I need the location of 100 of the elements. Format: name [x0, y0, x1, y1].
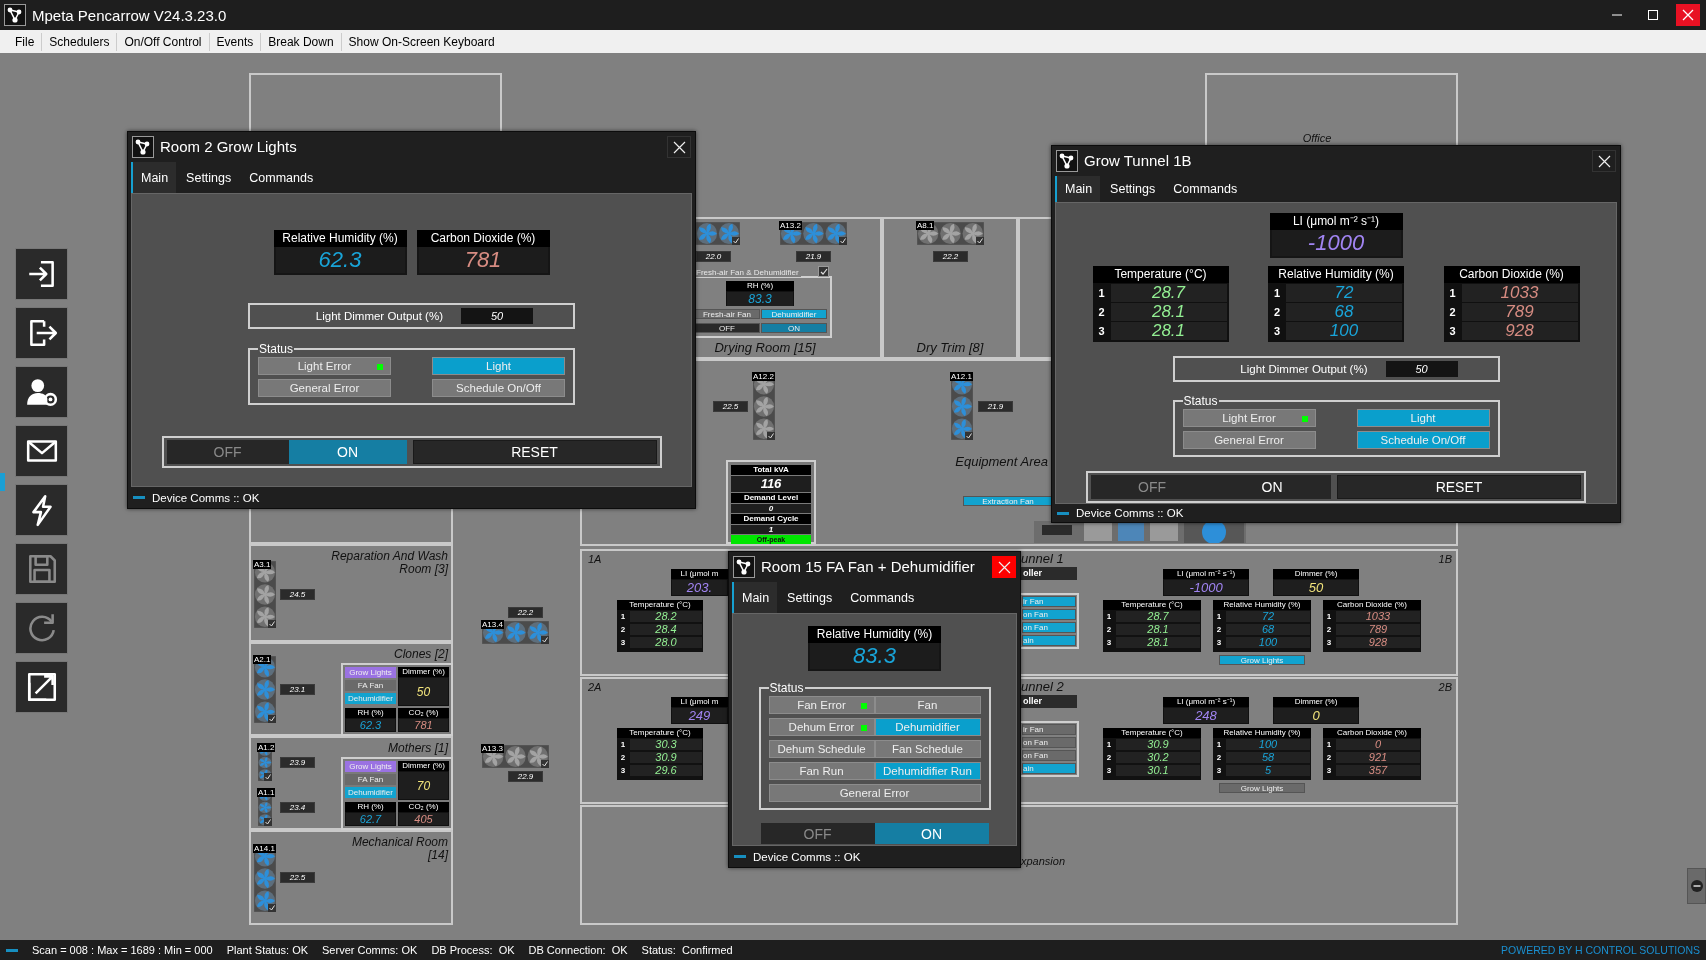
menu-item[interactable]: On/Off Control — [117, 32, 210, 51]
row-number: 3 — [1215, 638, 1223, 647]
menu-item[interactable]: Schedulers — [42, 32, 118, 51]
menu-item[interactable]: File — [8, 32, 43, 51]
room-label: Drying Room [15] — [713, 341, 817, 356]
tile-value: 248 — [1164, 708, 1248, 723]
menu-item[interactable]: Break Down — [261, 32, 342, 51]
tile-value: 0 — [1336, 739, 1420, 750]
status-indicator: General Error — [1182, 431, 1316, 450]
row-number: 3 — [1448, 324, 1457, 337]
tile-label: Dimmer (%) — [398, 667, 449, 677]
device-button[interactable]: FA Fan — [345, 680, 396, 691]
tile-value: 405 — [399, 813, 448, 825]
group-title: Status — [258, 343, 295, 355]
device-button[interactable]: Dehumidifier — [761, 309, 827, 319]
room-label: unnel 2 — [1021, 680, 1065, 695]
menu-item[interactable]: Show On-Screen Keyboard — [341, 32, 502, 51]
row-number: 2 — [1105, 625, 1113, 634]
tab[interactable]: Commands — [239, 162, 322, 193]
row-number: 1 — [1097, 286, 1106, 299]
tile-label: Carbon Dioxide (%) — [416, 230, 550, 247]
tab[interactable]: Settings — [1100, 176, 1164, 203]
tile-label: Carbon Dioxide (%) — [1323, 728, 1421, 738]
status-indicator: General Error — [768, 784, 981, 802]
tile-label: Temperature (°C) — [617, 600, 703, 610]
row-number: 2 — [1105, 753, 1113, 762]
tab[interactable]: Main — [131, 162, 177, 193]
row-number: 3 — [619, 766, 627, 775]
reset-button[interactable]: RESET — [1337, 475, 1581, 500]
temperature-reading: 24.5 — [280, 589, 315, 600]
row-number: 1 — [619, 612, 627, 621]
status-text: Plant Status: OK — [226, 944, 309, 956]
row-number: 2 — [1325, 625, 1333, 634]
tile-value: 100 — [1286, 321, 1402, 340]
tab[interactable]: Settings — [176, 162, 240, 193]
tile-value: 921 — [1336, 752, 1420, 763]
tile-label: Temperature (°C) — [617, 728, 703, 738]
tile-value: 928 — [1336, 637, 1420, 648]
device-button[interactable]: on Fan — [1022, 622, 1076, 633]
reset-button[interactable]: RESET — [412, 440, 657, 464]
tile-value: 62.3 — [346, 719, 395, 731]
row-label: Total kVA — [731, 465, 811, 475]
controller-label: oller — [1021, 695, 1077, 708]
status-indicator: Dehum Schedule — [768, 740, 875, 758]
menu-item[interactable]: Events — [209, 32, 262, 51]
temperature-reading: 23.9 — [280, 757, 315, 768]
device-button[interactable]: ir Fan — [1022, 724, 1076, 735]
tile-value: 68 — [1226, 624, 1310, 635]
panel-title: Fresh-air Fan & Dehumidifier — [696, 268, 801, 277]
tile-value: 5 — [1226, 765, 1310, 776]
tile-value: 100 — [1226, 739, 1310, 750]
brand-text: POWERED BY H CONTROL SOLUTIONS — [1501, 944, 1700, 956]
switch-button[interactable]: OFF — [694, 323, 760, 333]
tile-label: LI (μmol m⁻² s⁻¹) — [1163, 569, 1249, 579]
fan-tag: A13.2 — [779, 221, 802, 230]
tab[interactable]: Main — [732, 582, 778, 613]
tab[interactable]: Main — [1055, 176, 1101, 203]
status-indicator: Fan — [874, 696, 981, 714]
device-button[interactable]: Fresh-air Fan — [694, 309, 760, 319]
tile-label: Relative Humidity (%) — [1213, 600, 1311, 610]
tile-label: Temperature (°C) — [1092, 266, 1229, 284]
device-button[interactable]: on Fan — [1022, 737, 1076, 748]
tab[interactable]: Settings — [777, 582, 841, 613]
tile-value: 50 — [399, 678, 448, 705]
device-button[interactable]: ain — [1022, 635, 1076, 646]
device-button[interactable]: ir Fan — [1022, 596, 1076, 607]
row-number: 3 — [1215, 766, 1223, 775]
switch-button[interactable]: ON — [874, 823, 989, 844]
device-button[interactable]: FA Fan — [345, 774, 396, 785]
section-label: 1B — [1437, 553, 1452, 566]
fan-tag: A2.1 — [253, 655, 272, 664]
device-button[interactable]: on Fan — [1022, 609, 1076, 620]
fan-tag: A12.2 — [752, 372, 775, 381]
tile-value: 203. — [672, 580, 727, 595]
dialog-title: Room 15 FA Fan + Dehumidifier — [761, 557, 976, 576]
tab[interactable]: Commands — [1163, 176, 1246, 203]
switch-button[interactable]: ON — [288, 440, 407, 464]
device-button[interactable]: Dehumidifier — [345, 693, 396, 704]
grow-lights-button[interactable]: Grow Lights — [1219, 655, 1305, 665]
room-label: Office — [1301, 132, 1333, 145]
row-number: 3 — [1325, 766, 1333, 775]
grow-lights-button[interactable]: Grow Lights — [1219, 783, 1305, 793]
status-indicator: Schedule On/Off — [432, 379, 565, 397]
device-button[interactable]: Grow Lights — [345, 761, 396, 772]
tab[interactable]: Commands — [840, 582, 923, 613]
room-label: Reparation And Wash Room [3] — [330, 550, 448, 577]
comms-status: Device Comms :: OK — [1076, 507, 1184, 520]
device-button[interactable]: Grow Lights — [345, 667, 396, 678]
status-indicator: Fan Error — [768, 696, 875, 714]
row-value: 0 — [731, 504, 811, 513]
tile-label: LI (μmol m⁻² s⁻¹) — [1163, 697, 1249, 707]
status-text: Status: Confirmed — [641, 944, 733, 956]
tile-label: Dimmer (%) — [1273, 697, 1359, 707]
tile-value: 249 — [672, 708, 727, 723]
device-button[interactable]: on Fan — [1022, 750, 1076, 761]
tile-value: 50 — [1274, 580, 1358, 595]
device-button[interactable]: Dehumidifier — [345, 787, 396, 798]
switch-button[interactable]: ON — [761, 323, 827, 333]
device-button[interactable]: ain — [1022, 763, 1076, 774]
extraction-fan-button[interactable]: Extraction Fan — [963, 496, 1053, 506]
